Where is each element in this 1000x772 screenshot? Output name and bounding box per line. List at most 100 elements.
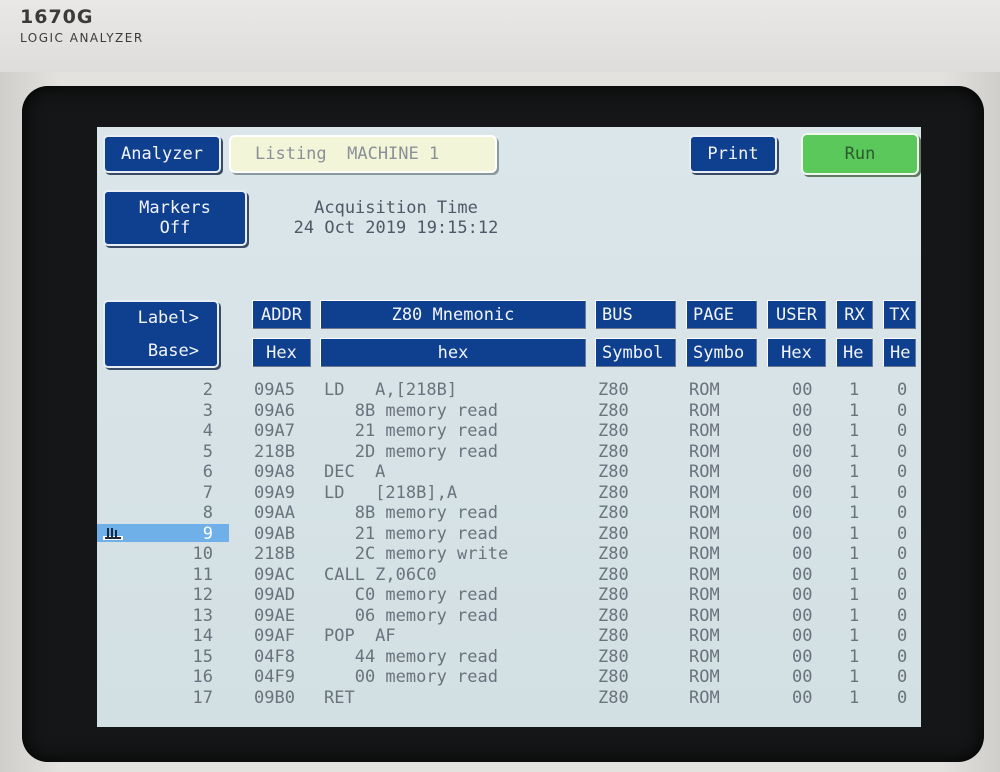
column-label-tx[interactable]: TX xyxy=(883,300,915,328)
run-button[interactable]: Run xyxy=(801,133,919,175)
column-base-mnemonic[interactable]: hex xyxy=(320,338,585,366)
state-number: 17 xyxy=(192,687,213,708)
rx-cell: 1 xyxy=(849,646,860,667)
tx-cell: 0 xyxy=(897,462,908,482)
table-row: 11 09AC CALL Z,06C0 Z80 ROM 00 1 0 xyxy=(97,565,921,586)
mnemonic-cell: 21 memory read xyxy=(324,523,498,544)
table-row: 15 04F8 44 memory read Z80 ROM 00 1 0 xyxy=(97,647,921,668)
page-cell: ROM xyxy=(689,421,720,441)
addr-cell: 09A8 xyxy=(254,462,295,482)
addr-cell: 09A9 xyxy=(254,482,295,503)
rx-cell: 1 xyxy=(849,400,860,421)
rx-cell: 1 xyxy=(849,687,860,708)
column-label-user[interactable]: USER xyxy=(767,300,825,328)
print-button[interactable]: Print xyxy=(689,135,777,173)
user-cell: 00 xyxy=(792,503,813,523)
instrument-subtitle: LOGIC ANALYZER xyxy=(20,31,144,45)
column-base-tx[interactable]: He xyxy=(883,338,915,366)
rx-cell: 1 xyxy=(849,585,860,605)
markers-button[interactable]: Markers Off xyxy=(103,190,247,246)
mnemonic-cell: RET xyxy=(324,687,355,708)
analyzer-button[interactable]: Analyzer xyxy=(103,135,221,173)
column-base-bus[interactable]: Symbol xyxy=(595,338,675,366)
column-label-bus[interactable]: BUS xyxy=(595,300,675,328)
page-cell: ROM xyxy=(689,626,720,646)
user-cell: 00 xyxy=(792,523,813,544)
column-label-page[interactable]: PAGE xyxy=(686,300,756,328)
addr-cell: 09AD xyxy=(254,585,295,605)
column-base-rx[interactable]: He xyxy=(836,338,872,366)
table-row: 6 09A8 DEC A Z80 ROM 00 1 0 xyxy=(97,462,921,483)
user-cell: 00 xyxy=(792,380,813,400)
table-row: 2 09A5 LD A,[218B] Z80 ROM 00 1 0 xyxy=(97,380,921,401)
user-cell: 00 xyxy=(792,687,813,708)
mnemonic-cell: 06 memory read xyxy=(324,605,498,626)
state-number: 14 xyxy=(192,626,213,646)
mnemonic-cell: LD [218B],A xyxy=(324,482,458,503)
mnemonic-cell: 2C memory write xyxy=(324,544,509,564)
tx-cell: 0 xyxy=(897,626,908,646)
bus-cell: Z80 xyxy=(598,646,629,667)
listing-machine-field[interactable]: Listing MACHINE 1 xyxy=(229,135,497,173)
page-cell: ROM xyxy=(689,646,720,667)
page-cell: ROM xyxy=(689,441,720,462)
table-row: 12 09AD C0 memory read Z80 ROM 00 1 0 xyxy=(97,585,921,606)
tx-cell: 0 xyxy=(897,441,908,462)
page-cell: ROM xyxy=(689,462,720,482)
display-screen: Analyzer Listing MACHINE 1 Print Run Mar… xyxy=(97,127,921,727)
column-base-page[interactable]: Symbo xyxy=(686,338,756,366)
rx-cell: 1 xyxy=(849,503,860,523)
bus-cell: Z80 xyxy=(598,564,629,585)
column-label-addr[interactable]: ADDR xyxy=(252,300,310,328)
user-cell: 00 xyxy=(792,585,813,605)
label-selector[interactable]: Label> xyxy=(138,308,217,328)
bus-cell: Z80 xyxy=(598,605,629,626)
addr-cell: 09AB xyxy=(254,523,295,544)
user-cell: 00 xyxy=(792,462,813,482)
addr-cell: 09AA xyxy=(254,503,295,523)
mnemonic-cell: 00 memory read xyxy=(324,667,498,687)
label-base-button[interactable]: Label> Base> xyxy=(103,300,219,368)
tx-cell: 0 xyxy=(897,523,908,544)
mnemonic-cell: 8B memory read xyxy=(324,400,498,421)
user-cell: 00 xyxy=(792,646,813,667)
page-cell: ROM xyxy=(689,585,720,605)
bus-cell: Z80 xyxy=(598,462,629,482)
bus-cell: Z80 xyxy=(598,441,629,462)
table-row-marked[interactable]: 9 09AB 21 memory read Z80 ROM 00 1 0 xyxy=(97,523,921,545)
state-number: 12 xyxy=(192,585,213,605)
tx-cell: 0 xyxy=(897,605,908,626)
page-cell: ROM xyxy=(689,544,720,564)
table-row: 17 09B0 RET Z80 ROM 00 1 0 xyxy=(97,688,921,709)
column-base-user[interactable]: Hex xyxy=(767,338,825,366)
user-cell: 00 xyxy=(792,564,813,585)
page-cell: ROM xyxy=(689,687,720,708)
column-label-rx[interactable]: RX xyxy=(836,300,872,328)
table-row: 3 09A6 8B memory read Z80 ROM 00 1 0 xyxy=(97,401,921,422)
mnemonic-cell: POP AF xyxy=(324,626,396,646)
mnemonic-cell: 21 memory read xyxy=(324,421,498,441)
mnemonic-cell: C0 memory read xyxy=(324,585,498,605)
base-selector[interactable]: Base> xyxy=(148,341,217,361)
addr-cell: 09A5 xyxy=(254,380,295,400)
tx-cell: 0 xyxy=(897,585,908,605)
state-number: 11 xyxy=(192,564,213,585)
bus-cell: Z80 xyxy=(598,626,629,646)
rx-cell: 1 xyxy=(849,605,860,626)
bus-cell: Z80 xyxy=(598,667,629,687)
page-cell: ROM xyxy=(689,503,720,523)
page-cell: ROM xyxy=(689,380,720,400)
user-cell: 00 xyxy=(792,605,813,626)
rx-cell: 1 xyxy=(849,523,860,544)
rx-cell: 1 xyxy=(849,441,860,462)
state-number: 13 xyxy=(192,605,213,626)
column-base-addr[interactable]: Hex xyxy=(252,338,310,366)
column-label-mnemonic[interactable]: Z80 Mnemonic xyxy=(320,300,585,328)
table-row: 4 09A7 21 memory read Z80 ROM 00 1 0 xyxy=(97,421,921,442)
acquisition-time: 24 Oct 2019 19:15:12 xyxy=(293,218,499,238)
state-number: 6 xyxy=(202,462,213,482)
state-number: 10 xyxy=(192,544,213,564)
rx-cell: 1 xyxy=(849,564,860,585)
tx-cell: 0 xyxy=(897,564,908,585)
state-number: 2 xyxy=(202,380,213,400)
